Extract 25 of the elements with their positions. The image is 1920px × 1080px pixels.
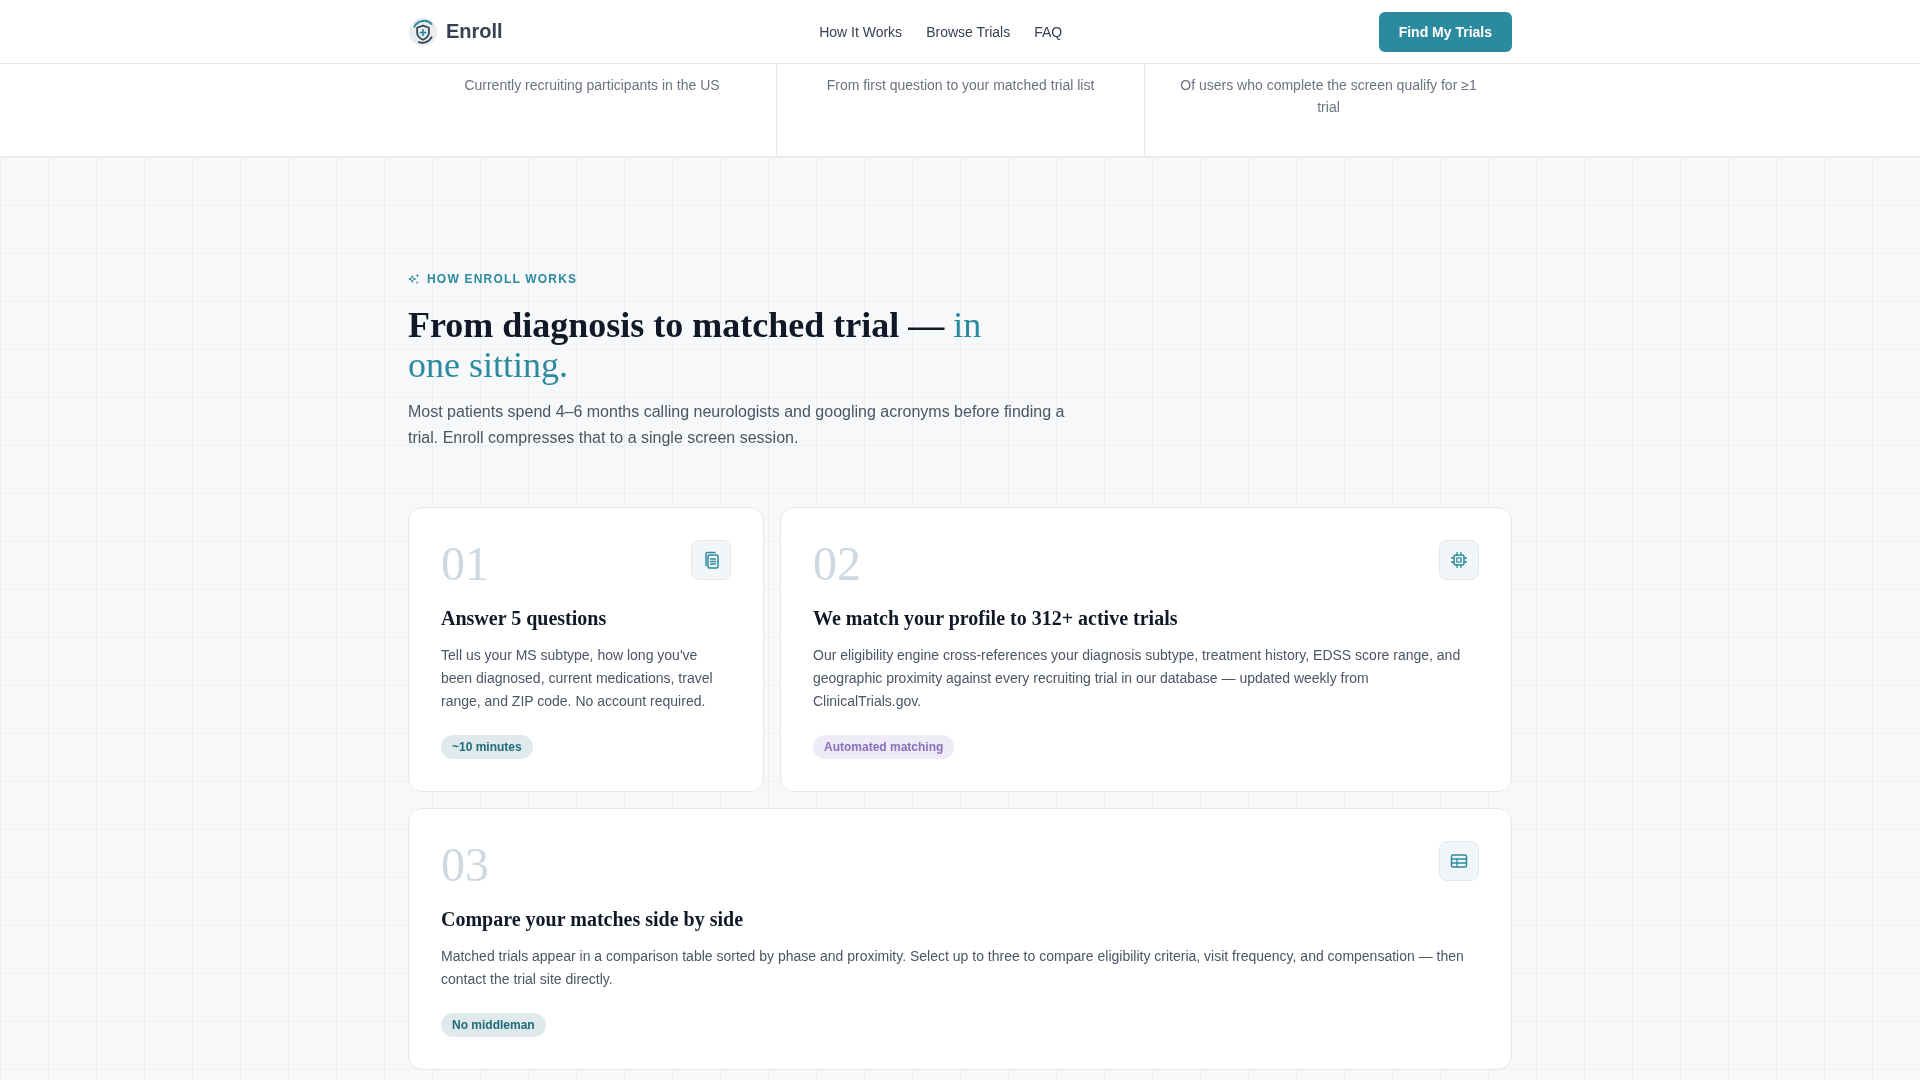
section-intro: Most patients spend 4–6 months calling neurologists and googling acronyms before finding a trial. Enroll compresses that to a single screen session. <box>408 402 1066 448</box>
step-description: Our eligibility engine cross-references your diagnosis subtype, treatment history, EDSS score range, and geographic proximity against every recruiting trial in our database — updated weekly from ClinicalTrials.gov. <box>813 646 1462 711</box>
shield-logo-icon <box>408 16 438 47</box>
step-description: Tell us your MS subtype, how long you've been diagnosed, current medications, travel range, and ZIP code. No account required. <box>441 646 714 711</box>
step-description: Matched trials appear in a comparison table sorted by phase and proximity. Select up to three to compare eligibility criteria, visit frequency, and compensation — then contact the trial site directly. <box>441 947 1465 989</box>
logo-text[interactable]: Enroll <box>446 20 503 43</box>
step-title: Answer 5 questions <box>441 606 607 632</box>
stat-caption: Currently recruiting participants in the US <box>463 76 721 95</box>
stat-caption: From first question to your matched trial list <box>825 76 1096 95</box>
step-title: Compare your matches side by side <box>441 907 744 933</box>
nav-link[interactable]: FAQ <box>1034 23 1063 40</box>
section-heading: From diagnosis to matched trial — in one sitting. <box>408 305 983 385</box>
step-tag: No middleman <box>441 1013 546 1037</box>
chip-icon <box>1439 540 1479 580</box>
sparkle-icon <box>408 273 420 285</box>
find-trials-button[interactable]: Find My Trials <box>1378 11 1512 52</box>
section-eyebrow: HOW ENROLL WORKS <box>427 272 578 286</box>
step-tag: Automated matching <box>813 735 955 759</box>
step-tag: ~10 minutes <box>441 735 533 759</box>
table-icon <box>1439 841 1479 881</box>
nav-link[interactable]: Browse Trials <box>926 23 1011 40</box>
nav-link[interactable]: How It Works <box>819 23 903 40</box>
step-title: We match your profile to 312+ active trials <box>813 606 1178 632</box>
documents-icon <box>691 540 731 580</box>
stat-caption: Of users who complete the screen qualify for ≥1 trial <box>1179 76 1478 117</box>
